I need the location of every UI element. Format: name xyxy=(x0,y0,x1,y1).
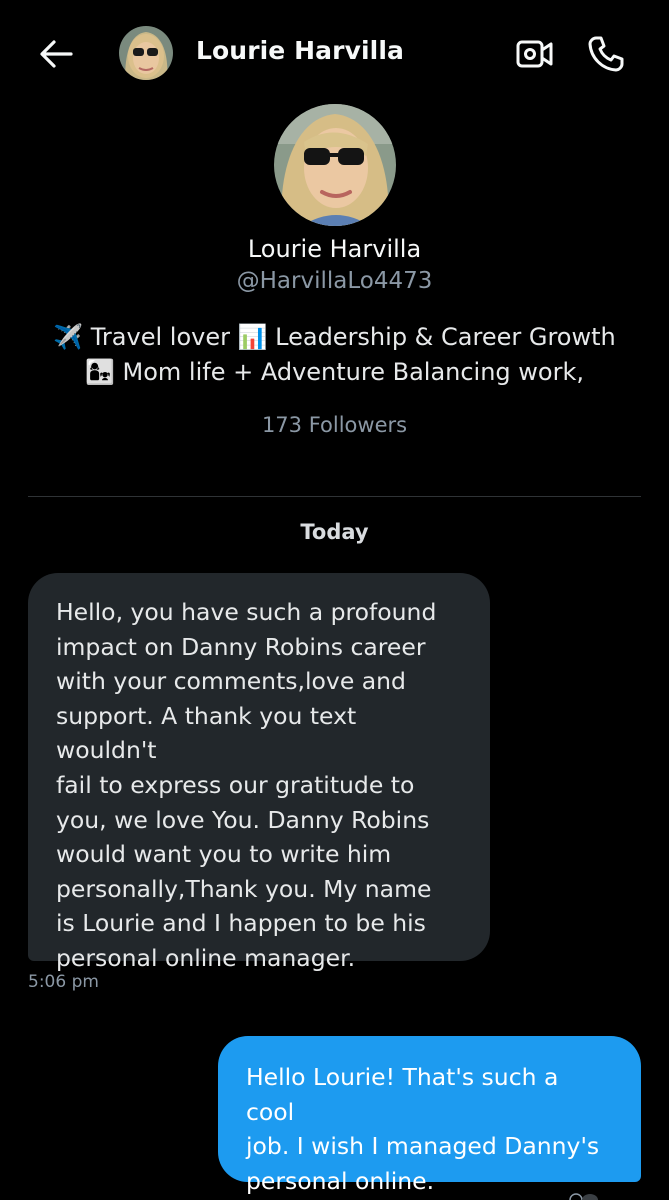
profile-bio: ✈️ Travel lover 📊 Leadership & Career Gr… xyxy=(20,320,649,390)
profile-avatar[interactable] xyxy=(274,104,396,226)
followers-count[interactable]: 173 Followers xyxy=(0,413,669,437)
message-line: support. A thank you text wouldn't xyxy=(56,701,357,765)
mother-child-icon: 👩‍👧 xyxy=(84,358,115,386)
message-line: you, we love You. Danny Robins xyxy=(56,805,430,834)
divider xyxy=(28,496,641,497)
profile-handle[interactable]: @HarvillaLo4473 xyxy=(0,268,669,294)
video-call-icon xyxy=(516,40,553,68)
header-title[interactable]: Lourie Harvilla xyxy=(196,36,404,65)
conversation-header: Lourie Harvilla xyxy=(0,0,669,106)
video-call-button[interactable] xyxy=(514,36,556,72)
message-line: fail to express our gratitude to xyxy=(56,770,415,799)
outgoing-message-bubble[interactable]: Hello Lourie! That's such a cool job. I … xyxy=(218,1036,641,1195)
bio-text: Mom life + Adventure Balancing work, xyxy=(122,358,584,386)
arrow-left-icon xyxy=(40,40,73,68)
message-line: Hello Lourie! That's such a cool xyxy=(246,1063,559,1126)
message-line: personal online. xyxy=(246,1166,435,1195)
date-separator: Today xyxy=(300,520,369,544)
dm-conversation-screen: Lourie Harvilla Lourie Harvilla @Harvill… xyxy=(0,0,669,1200)
bio-text: Travel lover xyxy=(90,323,230,351)
message-line: would want you to write him xyxy=(56,840,392,869)
profile-name[interactable]: Lourie Harvilla xyxy=(0,235,669,263)
message-line: job. I wish I managed Danny's xyxy=(246,1132,600,1161)
bio-line-2: 👩‍👧 Mom life + Adventure Balancing work, xyxy=(20,355,649,390)
bio-line-1: ✈️ Travel lover 📊 Leadership & Career Gr… xyxy=(20,320,649,355)
phone-call-button[interactable] xyxy=(584,32,628,76)
message-line: Hello, you have such a profound xyxy=(56,598,437,626)
message-timestamp: 5:06 pm xyxy=(28,972,99,992)
phone-icon xyxy=(588,36,624,72)
back-button[interactable] xyxy=(36,34,76,74)
read-receipt-icon xyxy=(569,1193,598,1200)
airplane-icon: ✈️ xyxy=(53,323,84,351)
bar-chart-icon: 📊 xyxy=(237,323,268,351)
message-line: is Lourie and I happen to be his xyxy=(56,909,426,938)
message-line: personal online manager. xyxy=(56,943,356,972)
header-avatar[interactable] xyxy=(119,26,173,80)
message-line: personally,Thank you. My name xyxy=(56,874,432,903)
incoming-message-bubble[interactable]: Hello, you have such a profound impact o… xyxy=(28,573,490,972)
bio-text: Leadership & Career Growth xyxy=(275,323,616,351)
message-line: with your comments,love and xyxy=(56,667,406,696)
message-line: impact on Danny Robins career xyxy=(56,632,426,661)
